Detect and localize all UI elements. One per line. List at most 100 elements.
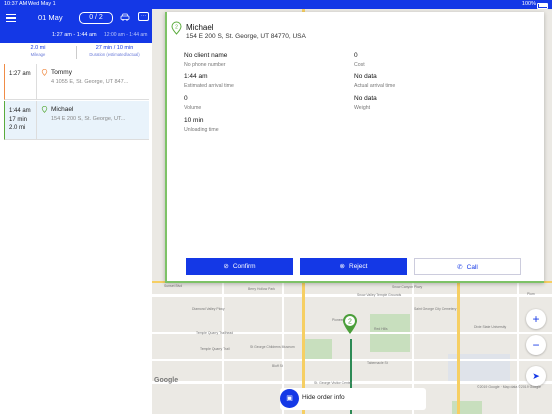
zoom-in-button[interactable]: +	[526, 309, 546, 329]
map-label: Bluff St	[272, 364, 283, 368]
chat-icon[interactable]: ···	[138, 12, 149, 21]
park-area	[302, 339, 332, 361]
hide-order-label: Hide order info	[302, 394, 345, 401]
field-label: Cost	[354, 62, 365, 68]
order-distance: 2.0 mi	[9, 125, 26, 131]
phone-icon: ✆	[457, 264, 463, 271]
orders-list: 1:27 am Tommy 4 1055 E, St. George, UT 8…	[0, 62, 152, 414]
map-label: Sunset Blvd	[164, 284, 183, 288]
orders-counter: 0 / 2	[79, 12, 113, 24]
highway	[457, 279, 460, 414]
order-row-michael[interactable]: 1:44 am 17 min 2.0 mi Michael 154 E 200 …	[4, 101, 149, 140]
map-pin-icon	[41, 69, 48, 76]
road	[152, 294, 552, 297]
field-value: 1:44 am	[184, 73, 208, 80]
map-label: Snow Canyon Pkwy	[392, 285, 423, 289]
battery-percent: 100%	[521, 1, 536, 7]
status-bar: 10:37 AM Wed May 1 100%	[0, 0, 552, 9]
confirm-button[interactable]: ⊘ Confirm	[186, 258, 293, 275]
map-label: Temple Quarry Trail	[200, 347, 230, 351]
map-label: Red Hills	[374, 327, 388, 331]
order-name: Tommy	[51, 69, 72, 76]
field-label: Weight	[354, 105, 371, 111]
mileage-value: 2.0 mi	[30, 45, 46, 51]
map-label: St. George Visitor Center	[314, 381, 352, 385]
field-value: 0	[184, 95, 188, 102]
map-label: Dixie State University	[474, 325, 507, 329]
order-time-block: 1:44 am 17 min 2.0 mi	[9, 107, 31, 133]
mileage-summary: 2.0 mi Mileage	[0, 45, 76, 57]
mileage-label: Mileage	[30, 52, 46, 57]
time-range: 1:27 am - 1:44 am	[52, 32, 97, 38]
order-address: 154 E 200 S, St. George, UT...	[51, 116, 126, 122]
route-date[interactable]: 01 May	[38, 13, 63, 22]
field-actual-arrival: No data Actual arrival time	[354, 73, 395, 89]
order-name: Michael	[51, 106, 74, 113]
route-header: 01 May 0 / 2 ··· 1:27 am - 1:44 am 12:00…	[0, 9, 152, 43]
field-weight: No data Weight	[354, 95, 377, 111]
field-volume: 0 Volume	[184, 95, 201, 111]
field-value: 0	[354, 52, 358, 59]
location-arrow-icon[interactable]: ➤	[526, 366, 546, 386]
map-copyright: ©2019 Google · Map data ©2019 Google	[477, 385, 541, 389]
road	[152, 359, 552, 361]
route-summary: 2.0 mi Mileage 27 min / 10 min Duration …	[0, 43, 152, 63]
call-button[interactable]: ✆ Call	[414, 258, 521, 275]
google-logo: Google	[154, 377, 179, 384]
order-time: 1:27 am	[9, 71, 31, 77]
status-date: Wed May 1	[28, 1, 56, 7]
field-estimated-arrival: 1:44 am Estimated arrival time	[184, 73, 234, 89]
map-label: St George Childrens Museum	[250, 345, 295, 349]
duration-value: 27 min / 10 min	[95, 45, 134, 51]
map-label: Temple Quarry Trailhead	[196, 331, 234, 335]
map-label: Diamond Valley Pkwy	[192, 307, 225, 311]
field-value: 10 min	[184, 117, 204, 124]
zoom-out-button[interactable]: −	[526, 335, 546, 355]
close-circle-icon: ⊗	[339, 263, 345, 270]
field-cost: 0 Cost	[354, 52, 365, 68]
check-circle-icon: ⊘	[223, 263, 229, 270]
map-marker[interactable]: 2	[342, 313, 358, 335]
field-label: Volume	[184, 105, 202, 111]
reject-button[interactable]: ⊗ Reject	[300, 258, 407, 275]
field-value: No data	[354, 73, 377, 80]
client-address: 154 E 200 S, St. George, UT 84770, USA	[186, 33, 306, 40]
confirm-label: Confirm	[232, 263, 256, 270]
field-unloading-time: 10 min Unloading time	[184, 117, 219, 133]
map-label: Tabernacle St	[367, 361, 388, 365]
reject-label: Reject	[349, 263, 368, 270]
time-range-secondary: 12:00 am - 1:44 am	[104, 32, 148, 38]
map-label: Berry Hollow Park	[248, 287, 276, 291]
hide-order-info-button[interactable]: ▣ Hide order info	[280, 388, 426, 410]
field-label: Actual arrival time	[354, 83, 396, 89]
map-marker-number: 2	[348, 319, 352, 326]
field-value: No data	[354, 95, 377, 102]
map-pin-icon	[41, 106, 48, 113]
duration-label: Duration (estimated/actual)	[89, 52, 140, 57]
client-name: Michael	[186, 23, 214, 32]
map-label: Plum	[527, 292, 535, 296]
map-label: Snow Valley Temple Grounds	[357, 293, 402, 297]
box-icon: ▣	[280, 389, 299, 408]
menu-icon[interactable]	[6, 14, 16, 22]
duration-summary: 27 min / 10 min Duration (estimated/actu…	[77, 45, 152, 57]
order-address: 4 1055 E, St. George, UT 847...	[51, 79, 129, 85]
field-client: No client name No phone number	[184, 52, 227, 68]
pin-number: 2	[175, 25, 178, 31]
field-label: Estimated arrival time	[184, 83, 234, 89]
status-time: 10:37 AM	[4, 1, 28, 7]
order-row-tommy[interactable]: 1:27 am Tommy 4 1055 E, St. George, UT 8…	[4, 64, 149, 100]
road	[152, 381, 552, 384]
battery-icon	[537, 2, 548, 9]
order-time: 1:44 am	[9, 108, 31, 114]
car-icon[interactable]	[120, 13, 130, 23]
order-duration: 17 min	[9, 116, 28, 123]
map-pin-icon: 2	[171, 21, 182, 35]
call-label: Call	[466, 264, 478, 271]
field-label: Unloading time	[184, 127, 219, 133]
order-detail-card: 2 Michael 154 E 200 S, St. George, UT 84…	[165, 12, 544, 283]
map-label: Saint George City Cemetery	[414, 307, 457, 311]
road	[517, 279, 519, 414]
field-value: No client name	[184, 52, 228, 59]
field-label: No phone number	[184, 62, 226, 68]
